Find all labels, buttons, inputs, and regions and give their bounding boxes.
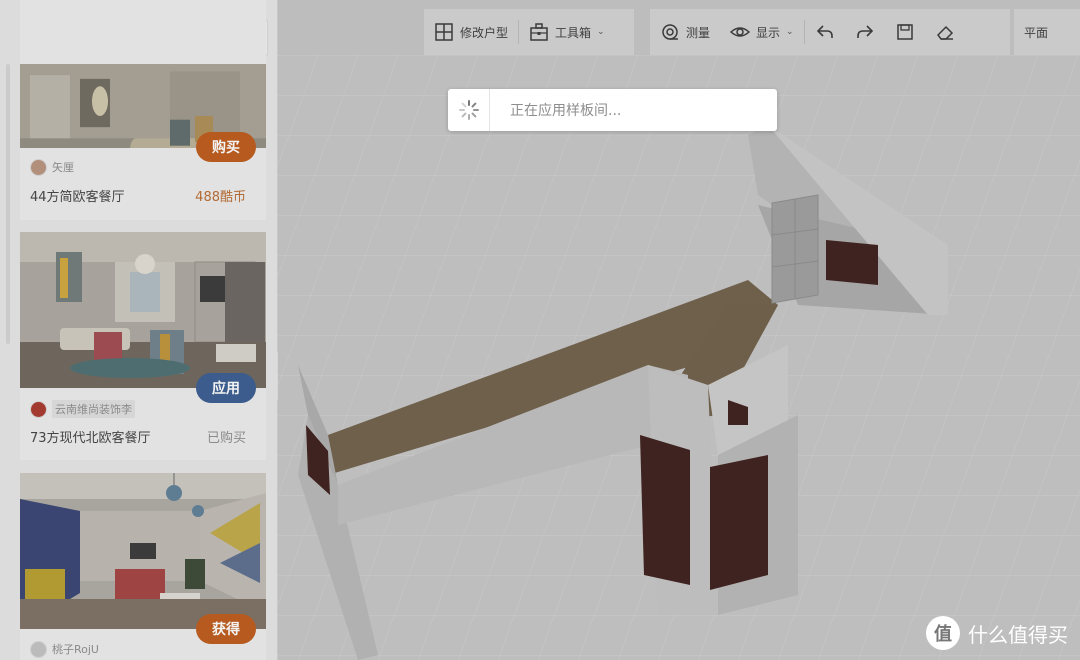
watermark-logo: 值 xyxy=(926,616,960,650)
edit-floorplan-button[interactable]: 修改户型 xyxy=(424,9,518,55)
redo-icon xyxy=(856,25,873,38)
chevron-down-icon: ⌄ xyxy=(786,27,794,37)
3d-viewport[interactable] xyxy=(278,55,1080,660)
designer-name: 桃子RojU xyxy=(52,643,99,656)
loading-toast: 正在应用样板间... xyxy=(448,89,777,131)
designer-info[interactable]: 云南维尚装饰李 xyxy=(30,399,260,419)
designer-avatar xyxy=(30,400,47,418)
eraser-button[interactable] xyxy=(925,9,965,55)
toolbox-label: 工具箱 xyxy=(555,25,592,40)
eye-icon xyxy=(730,27,751,37)
toolbar-edit-group: 修改户型 工具箱 ⌄ xyxy=(424,9,634,55)
save-icon xyxy=(896,24,913,40)
watermark-text: 什么值得买 xyxy=(968,622,1068,647)
room-3d-model[interactable] xyxy=(278,55,1080,660)
designer-info[interactable]: 桃子RojU xyxy=(30,639,260,659)
toolbox-dropdown[interactable]: 工具箱 ⌄ xyxy=(519,9,615,55)
template-price: 488酷币 xyxy=(195,190,246,205)
template-sidebar: 购买 矢厘 44方简欧客餐厅 488酷币 应用 云南维尚装饰李 73方现代北欧客… xyxy=(0,0,278,660)
template-title: 44方简欧客餐厅 xyxy=(30,190,125,205)
display-label: 显示 xyxy=(756,25,781,40)
undo-button[interactable] xyxy=(805,9,845,55)
display-dropdown[interactable]: 显示 ⌄ xyxy=(720,9,804,55)
template-card[interactable]: 购买 矢厘 44方简欧客餐厅 488酷币 xyxy=(20,64,266,220)
purchase-status: 已购买 xyxy=(206,431,246,446)
watermark: 值 什么值得买 xyxy=(926,616,1068,650)
plan-view-label: 平面 xyxy=(1024,25,1049,40)
designer-avatar xyxy=(30,158,47,176)
loading-message: 正在应用样板间... xyxy=(510,103,622,119)
spinner-icon xyxy=(448,89,490,131)
redo-button[interactable] xyxy=(845,9,885,55)
floorplan-icon xyxy=(435,23,453,41)
eraser-icon xyxy=(936,25,953,40)
template-thumbnail[interactable] xyxy=(20,473,266,629)
template-title: 73方现代北欧客餐厅 xyxy=(30,431,151,446)
save-button[interactable] xyxy=(885,9,925,55)
template-thumbnail[interactable] xyxy=(20,232,266,388)
plan-view-button[interactable]: 平面 xyxy=(1014,9,1058,55)
designer-info[interactable]: 矢厘 xyxy=(30,157,260,177)
designer-avatar xyxy=(30,640,47,658)
sidebar-scrollbar[interactable] xyxy=(6,64,10,344)
measure-icon xyxy=(662,24,678,40)
chevron-down-icon: ⌄ xyxy=(597,27,605,37)
measure-button[interactable]: 测量 xyxy=(650,9,720,55)
toolbar-plan-group: 平面 xyxy=(1014,9,1080,55)
measure-label: 测量 xyxy=(686,25,711,40)
template-card[interactable]: 获得 桃子RojU xyxy=(20,473,266,660)
toolbox-icon xyxy=(530,23,548,41)
undo-icon xyxy=(816,25,833,38)
toolbar-view-group: 测量 显示 ⌄ xyxy=(650,9,1010,55)
designer-name: 矢厘 xyxy=(52,161,74,174)
designer-name: 云南维尚装饰李 xyxy=(52,400,135,418)
edit-floorplan-label: 修改户型 xyxy=(460,25,509,40)
template-card[interactable]: 应用 云南维尚装饰李 73方现代北欧客餐厅 已购买 xyxy=(20,232,266,460)
